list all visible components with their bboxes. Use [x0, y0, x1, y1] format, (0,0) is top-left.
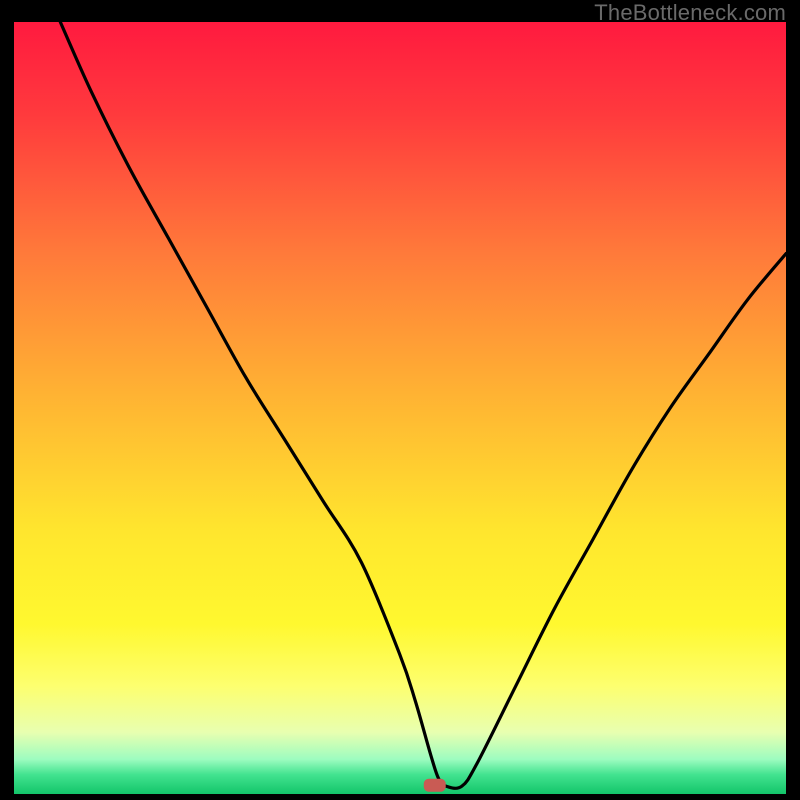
chart-svg [14, 22, 786, 794]
watermark-text: TheBottleneck.com [594, 0, 786, 26]
optimal-marker [424, 779, 446, 792]
chart-frame [14, 22, 786, 794]
